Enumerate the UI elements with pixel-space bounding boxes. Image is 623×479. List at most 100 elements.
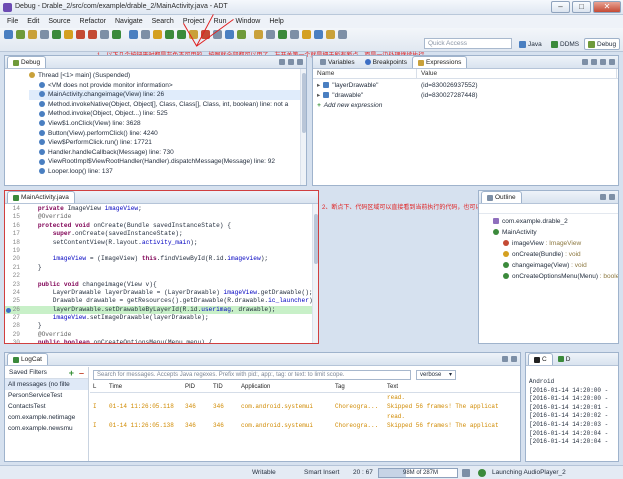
maximize-view-icon[interactable] bbox=[609, 194, 615, 200]
tab-variables[interactable]: Variables bbox=[315, 56, 360, 68]
column-text[interactable]: Text bbox=[384, 383, 514, 392]
column-pid[interactable]: PID bbox=[182, 383, 210, 392]
minimize-view-icon[interactable] bbox=[600, 194, 606, 200]
remove-filter-icon[interactable]: – bbox=[79, 367, 84, 379]
perspective-ddms[interactable]: DDMS bbox=[548, 38, 582, 50]
toolbar-button-icon[interactable] bbox=[100, 30, 109, 39]
tab-console[interactable]: C bbox=[528, 353, 553, 365]
toolbar-button-icon[interactable] bbox=[88, 30, 97, 39]
tab-expressions[interactable]: Expressions bbox=[411, 56, 468, 68]
outline-item[interactable]: changeimage(View) : void bbox=[493, 260, 618, 271]
remove-expression-icon[interactable] bbox=[591, 59, 597, 65]
toolbar-button-icon[interactable] bbox=[28, 30, 37, 39]
code-line[interactable]: 24 LayerDrawable layerDrawable = (LayerD… bbox=[5, 289, 318, 297]
log-row[interactable]: read. bbox=[90, 393, 520, 403]
breakpoint-icon[interactable] bbox=[6, 307, 11, 313]
outline-item[interactable]: onCreateOptionsMenu(Menu) : boolean bbox=[493, 271, 618, 282]
code-line[interactable]: 18 setContentView(R.layout.activity_main… bbox=[5, 239, 318, 247]
toolbar-button-icon[interactable] bbox=[302, 30, 311, 39]
log-row[interactable]: read. bbox=[90, 412, 520, 422]
toolbar-button-icon[interactable] bbox=[153, 30, 162, 39]
code-line[interactable]: 25 Drawable drawable = getResources().ge… bbox=[5, 297, 318, 305]
code-line[interactable]: 30 public boolean onCreateOptionsMenu(Me… bbox=[5, 339, 318, 343]
editor-scrollbar[interactable] bbox=[312, 204, 318, 343]
toolbar-button-icon[interactable] bbox=[16, 30, 25, 39]
toolbar-button-icon[interactable] bbox=[52, 30, 61, 39]
outline-item[interactable]: MainActivity bbox=[493, 227, 618, 238]
code-line[interactable]: 15 @Override bbox=[5, 213, 318, 221]
source-code[interactable]: 14 private ImageView imageView; 15 @Overr… bbox=[5, 204, 318, 343]
stack-frame-row[interactable]: Thread [<1> main] (Suspended) bbox=[29, 71, 306, 81]
stack-frame-row[interactable]: MainActivity.changeimage(View) line: 26 bbox=[29, 90, 306, 100]
stack-frame-row[interactable]: ViewRootImpl$ViewRootHandler(Handler).di… bbox=[29, 157, 306, 167]
quick-access-input[interactable]: Quick Access bbox=[424, 38, 512, 49]
tab-debug[interactable]: Debug bbox=[7, 56, 47, 68]
code-line[interactable]: 28 } bbox=[5, 322, 318, 330]
stack-frame-row[interactable]: View$PerformClick.run() line: 17721 bbox=[29, 138, 306, 148]
saved-filter-item[interactable]: All messages (no filte bbox=[5, 379, 88, 390]
stack-frame-row[interactable]: View$1.onClick(View) line: 3628 bbox=[29, 119, 306, 129]
toolbar-button-icon[interactable] bbox=[338, 30, 347, 39]
tab-logcat[interactable]: LogCat bbox=[7, 353, 48, 365]
log-row[interactable]: I 01-14 11:26:05.118 346 346 com.android.sys… bbox=[90, 402, 520, 412]
tab-outline[interactable]: Outline bbox=[481, 191, 522, 203]
tab-breakpoints[interactable]: Breakpoints bbox=[360, 56, 412, 68]
expand-icon[interactable]: ▸ bbox=[317, 82, 320, 89]
expression-row[interactable]: ▸ "drawable" (id=830027287448) bbox=[313, 91, 618, 101]
outline-item[interactable]: imageView : ImageView bbox=[493, 238, 618, 249]
toolbar-button-icon[interactable] bbox=[141, 30, 150, 39]
saved-filter-item[interactable]: ContactsTest bbox=[5, 401, 88, 412]
toolbar-button-icon[interactable] bbox=[64, 30, 73, 39]
code-line[interactable]: 20 imageView = (ImageView) this.findView… bbox=[5, 255, 318, 263]
expression-row[interactable]: + Add new expression bbox=[313, 101, 618, 111]
maximize-view-icon[interactable] bbox=[511, 356, 517, 362]
column-name[interactable]: Name bbox=[313, 69, 417, 78]
menu-navigate[interactable]: Navigate bbox=[115, 18, 143, 25]
column-tag[interactable]: Tag bbox=[332, 383, 384, 392]
menu-source[interactable]: Source bbox=[48, 18, 70, 25]
column-tid[interactable]: TID bbox=[210, 383, 238, 392]
memory-monitor[interactable]: 98M of 287M bbox=[378, 468, 458, 478]
outline-item[interactable]: onCreate(Bundle) : void bbox=[493, 249, 618, 260]
console-output[interactable]: Android [2016-01-14 14:20:00 - [2016-01-14… bbox=[526, 366, 618, 447]
stack-frame-row[interactable]: Looper.loop() line: 137 bbox=[29, 167, 306, 177]
toolbar-button-icon[interactable] bbox=[278, 30, 287, 39]
column-level[interactable]: L bbox=[90, 383, 106, 392]
saved-filter-item[interactable]: com.example.newsmu bbox=[5, 423, 88, 434]
expression-row[interactable]: ▸ "layerDrawable" (id=830026937552) bbox=[313, 81, 618, 91]
minimize-view-icon[interactable] bbox=[502, 356, 508, 362]
menu-window[interactable]: Window bbox=[235, 18, 260, 25]
toolbar-button-icon[interactable] bbox=[254, 30, 263, 39]
stack-frame-row[interactable]: Handler.handleCallback(Message) line: 73… bbox=[29, 148, 306, 158]
add-filter-icon[interactable]: + bbox=[69, 367, 74, 379]
toolbar-button-icon[interactable] bbox=[266, 30, 275, 39]
toolbar-button-icon[interactable] bbox=[314, 30, 323, 39]
perspective-java[interactable]: Java bbox=[516, 38, 545, 50]
toolbar-button-icon[interactable] bbox=[112, 30, 121, 39]
toolbar-button-icon[interactable] bbox=[4, 30, 13, 39]
outline-item[interactable]: com.example.drable_2 bbox=[493, 216, 618, 227]
menu-search[interactable]: Search bbox=[152, 18, 174, 25]
close-button[interactable]: ✕ bbox=[593, 1, 621, 13]
code-line[interactable]: 17 super.onCreate(savedInstanceState); bbox=[5, 230, 318, 238]
perspective-debug[interactable]: Debug bbox=[584, 38, 621, 50]
toolbar-button-icon[interactable] bbox=[129, 30, 138, 39]
debug-scrollbar[interactable] bbox=[300, 69, 306, 185]
menu-refactor[interactable]: Refactor bbox=[80, 18, 106, 25]
toolbar-button-icon[interactable] bbox=[177, 30, 186, 39]
gc-icon[interactable] bbox=[462, 469, 470, 477]
toolbar-button-icon[interactable] bbox=[225, 30, 234, 39]
minimize-view-icon[interactable] bbox=[600, 59, 606, 65]
toolbar-button-icon[interactable] bbox=[76, 30, 85, 39]
add-expression-icon[interactable] bbox=[582, 59, 588, 65]
toolbar-button-icon[interactable] bbox=[165, 30, 174, 39]
code-line[interactable]: 16 protected void onCreate(Bundle savedI… bbox=[5, 222, 318, 230]
menu-file[interactable]: File bbox=[7, 18, 18, 25]
code-line[interactable]: 29 @Override bbox=[5, 331, 318, 339]
tab-devices[interactable]: D bbox=[553, 353, 576, 365]
code-line[interactable]: 27 imageView.setImageDrawable(layerDrawa… bbox=[5, 314, 318, 322]
expand-icon[interactable]: ▸ bbox=[317, 92, 320, 99]
log-row[interactable]: I 01-14 11:26:05.138 346 346 com.android.sys… bbox=[90, 421, 520, 431]
maximize-button[interactable]: □ bbox=[572, 1, 591, 13]
maximize-view-icon[interactable] bbox=[609, 59, 615, 65]
